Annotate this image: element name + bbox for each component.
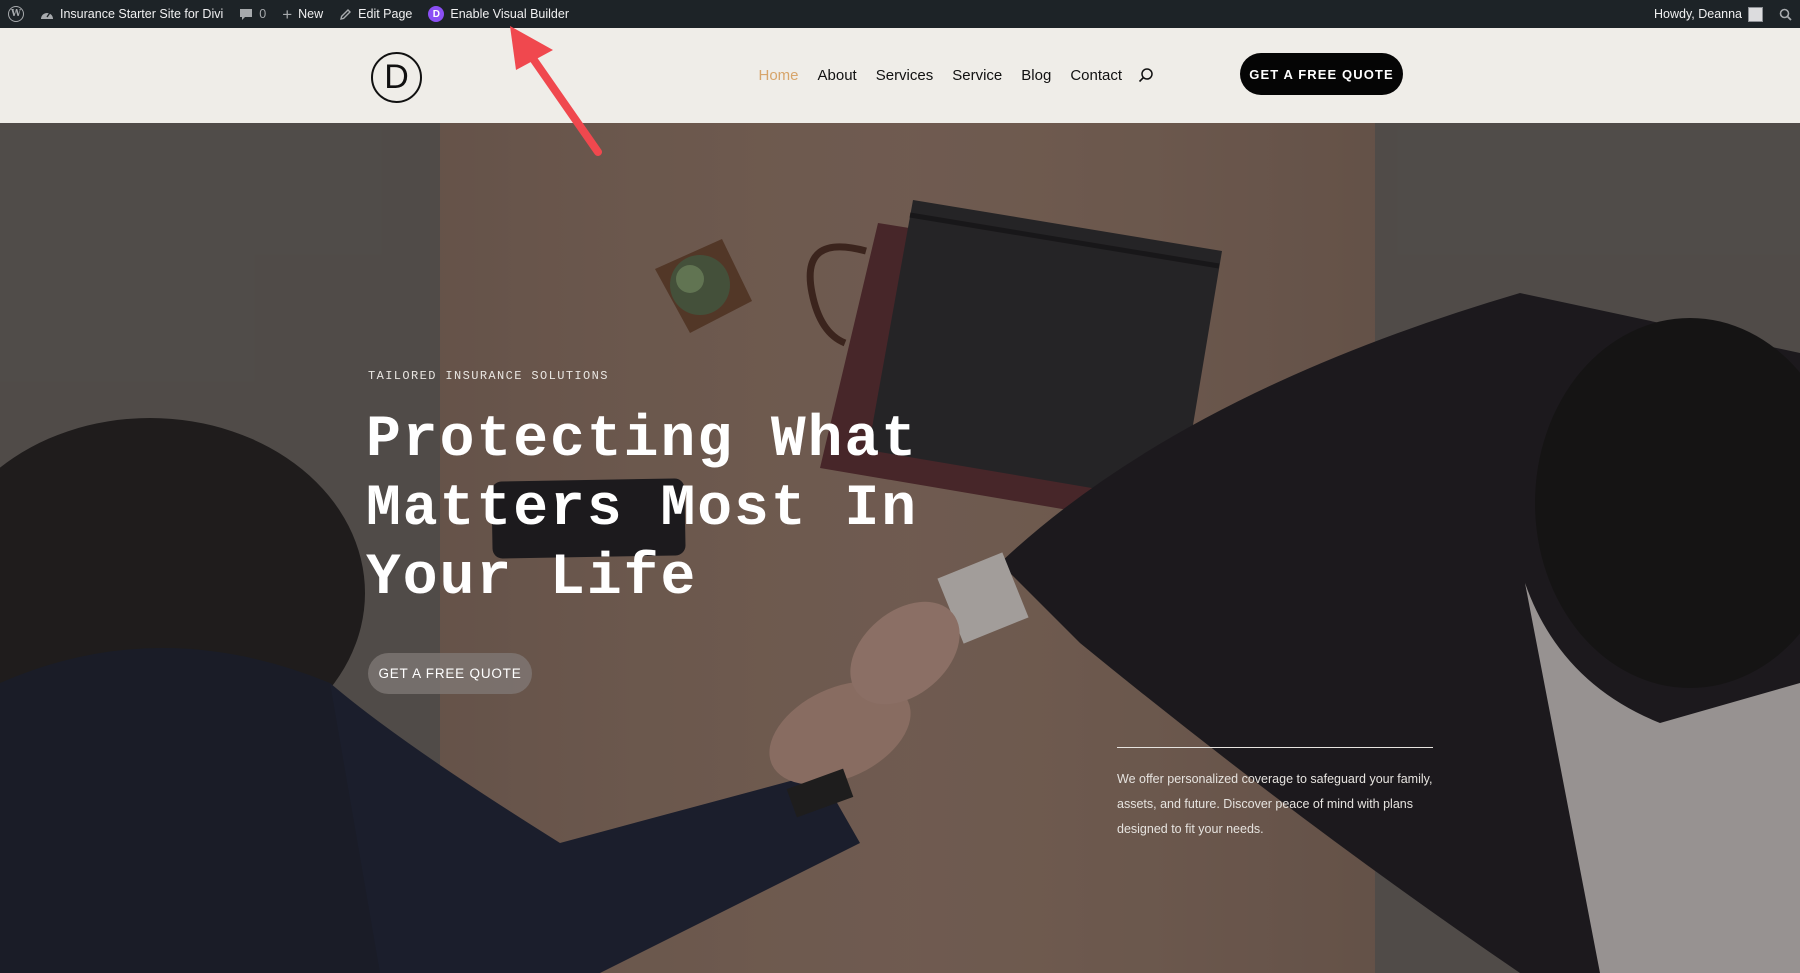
nav-item-contact[interactable]: Contact (1061, 67, 1132, 84)
headline-line-3: Your Life (366, 546, 698, 611)
dashboard-icon (41, 12, 53, 19)
site-logo[interactable]: D (371, 52, 422, 103)
admin-search[interactable] (1771, 0, 1800, 28)
hero-section: TAILORED INSURANCE SOLUTIONS Protecting … (0, 123, 1800, 973)
get-quote-button-header[interactable]: GET A FREE QUOTE (1240, 53, 1403, 95)
divi-icon: D (428, 6, 445, 22)
edit-page-label: Edit Page (358, 7, 413, 21)
comment-bubble-icon (240, 8, 253, 20)
wp-admin-bar: W Insurance Starter Site for Divi 0 + Ne… (0, 0, 1800, 28)
main-nav: Home About Services Service Blog Contact (749, 28, 1156, 123)
comments-count: 0 (259, 7, 267, 21)
site-name: Insurance Starter Site for Divi (60, 7, 224, 21)
user-account-menu[interactable]: Howdy, Deanna (1646, 0, 1771, 28)
site-header: D Home About Services Service Blog Conta… (0, 28, 1800, 123)
get-quote-button-hero[interactable]: GET A FREE QUOTE (368, 653, 532, 694)
new-label: New (298, 7, 324, 21)
nav-item-about[interactable]: About (808, 67, 866, 84)
search-icon (1779, 8, 1792, 21)
comments-menu[interactable]: 0 (231, 0, 274, 28)
pencil-icon (340, 8, 352, 20)
search-icon[interactable] (1136, 66, 1156, 86)
hero-blurb: We offer personalized coverage to safegu… (1117, 772, 1433, 836)
plus-icon: + (282, 4, 293, 24)
avatar (1748, 6, 1763, 22)
visual-builder-label: Enable Visual Builder (450, 7, 569, 21)
wordpress-icon: W (8, 6, 24, 22)
hero-headline: Protecting What Matters Most In Your Lif… (366, 406, 926, 613)
nav-item-services[interactable]: Services (866, 67, 943, 84)
enable-visual-builder-link[interactable]: D Enable Visual Builder (420, 0, 577, 28)
headline-line-2: Matters Most In (366, 477, 919, 542)
headline-line-1: Protecting What (366, 408, 919, 473)
nav-item-home[interactable]: Home (749, 67, 808, 84)
wp-logo-menu[interactable]: W (0, 0, 32, 28)
site-name-menu[interactable]: Insurance Starter Site for Divi (32, 0, 231, 28)
nav-item-blog[interactable]: Blog (1012, 67, 1061, 84)
logo-letter: D (384, 58, 409, 96)
nav-item-service[interactable]: Service (943, 67, 1012, 84)
blurb-divider (1117, 747, 1433, 748)
hero-eyebrow: TAILORED INSURANCE SOLUTIONS (368, 369, 609, 383)
edit-page-link[interactable]: Edit Page (331, 0, 420, 28)
new-content-menu[interactable]: + New (274, 0, 331, 28)
howdy-greeting: Howdy, Deanna (1653, 7, 1742, 21)
